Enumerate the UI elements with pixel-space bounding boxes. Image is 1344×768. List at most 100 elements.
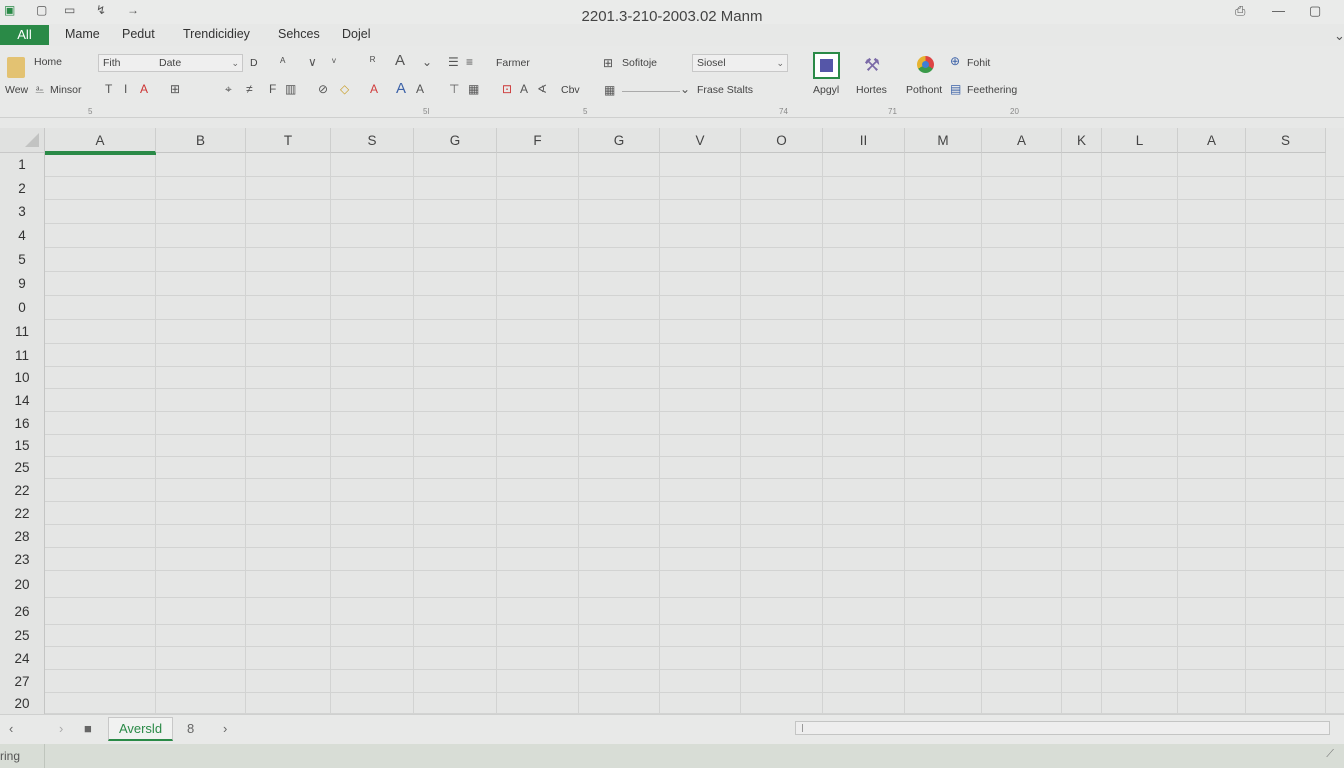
spreadsheet-grid[interactable]: A B T S G F G V O II M A K L A S 1 2 3 4 5 9 0 11 11 10 14 16 15 25 22… bbox=[0, 128, 1344, 714]
scroll-thumb[interactable] bbox=[802, 724, 803, 732]
text-a-icon[interactable]: A bbox=[520, 82, 528, 96]
column-header[interactable]: A bbox=[45, 128, 156, 153]
orientation-icon[interactable]: ∢ bbox=[537, 82, 547, 96]
row-header[interactable]: 5 bbox=[0, 248, 45, 272]
sheet-tab-other[interactable]: 8 bbox=[187, 721, 194, 736]
row-header[interactable]: 20 bbox=[0, 693, 45, 714]
frase-stalts-button[interactable]: Frase Stalts bbox=[697, 84, 753, 96]
row-header[interactable]: 4 bbox=[0, 224, 45, 248]
conditional-icon[interactable]: ⊡ bbox=[502, 82, 512, 96]
apgyl-button-icon[interactable] bbox=[813, 52, 840, 79]
column-header[interactable]: B bbox=[156, 128, 246, 153]
hammer-icon[interactable]: ⚒ bbox=[864, 55, 880, 76]
row-header[interactable]: 22 bbox=[0, 502, 45, 525]
format-f-icon[interactable]: F bbox=[269, 82, 276, 96]
align-center-icon[interactable]: ≡ bbox=[466, 55, 473, 69]
number-format-icon[interactable]: ⊞ bbox=[603, 56, 613, 70]
grid-icon[interactable]: ▥ bbox=[285, 82, 296, 96]
more-icon[interactable]: ⌄ bbox=[680, 82, 690, 96]
font-a-icon[interactable]: A bbox=[395, 52, 405, 69]
feethering-label[interactable]: Feethering bbox=[967, 84, 1017, 96]
row-header[interactable]: 20 bbox=[0, 571, 45, 598]
font-size-mark[interactable]: D bbox=[250, 57, 258, 69]
row-header[interactable]: 11 bbox=[0, 320, 45, 344]
row-header[interactable]: 2 bbox=[0, 177, 45, 200]
resize-grip-icon[interactable]: ⟋ bbox=[1326, 748, 1334, 761]
table-icon[interactable]: ▦ bbox=[604, 83, 615, 97]
globe-icon[interactable]: ⊕ bbox=[950, 54, 960, 68]
horizontal-scrollbar[interactable] bbox=[795, 721, 1330, 735]
column-header[interactable]: O bbox=[741, 128, 823, 153]
row-header[interactable]: 9 bbox=[0, 272, 45, 296]
row-header[interactable]: 25 bbox=[0, 625, 45, 647]
row-header[interactable]: 26 bbox=[0, 598, 45, 625]
font-name-select[interactable]: Fith Date ⌄ bbox=[98, 54, 243, 72]
column-header[interactable]: G bbox=[579, 128, 660, 153]
tab-pedut[interactable]: Pedut bbox=[122, 27, 155, 41]
column-header[interactable]: II bbox=[823, 128, 905, 153]
tab-mame[interactable]: Mame bbox=[65, 27, 100, 41]
fohit-label[interactable]: Fohit bbox=[967, 57, 990, 69]
strike-icon[interactable]: A bbox=[140, 82, 148, 96]
calendar-icon[interactable]: ▤ bbox=[950, 82, 961, 96]
column-header[interactable]: T bbox=[246, 128, 331, 153]
sheet-tab-active[interactable]: Aversld bbox=[108, 717, 173, 741]
sofitoje-button[interactable]: Sofitoje bbox=[622, 57, 657, 69]
select-all-corner[interactable] bbox=[0, 128, 45, 153]
tab-dojel[interactable]: Dojel bbox=[342, 27, 371, 41]
highlight-icon[interactable]: ◇ bbox=[340, 82, 349, 96]
row-header[interactable]: 28 bbox=[0, 525, 45, 548]
minsor-button[interactable]: Minsor bbox=[50, 84, 82, 96]
wrap-icon[interactable]: ≠ bbox=[246, 82, 253, 96]
tab-sehces[interactable]: Sehces bbox=[278, 27, 320, 41]
row-header[interactable]: 23 bbox=[0, 548, 45, 571]
row-header[interactable]: 1 bbox=[0, 153, 45, 177]
column-header[interactable]: S bbox=[331, 128, 414, 153]
border-icon[interactable]: ⊞ bbox=[170, 82, 180, 96]
number-format-select[interactable]: Siosel ⌄ bbox=[692, 54, 788, 72]
row-header[interactable]: 11 bbox=[0, 344, 45, 367]
ribbon-collapse-icon[interactable]: ⌄ bbox=[1334, 28, 1344, 44]
pothont-label[interactable]: Pothont bbox=[906, 84, 942, 96]
column-header[interactable]: M bbox=[905, 128, 982, 153]
align-top-icon[interactable]: ⊤ bbox=[449, 82, 459, 96]
tab-all[interactable]: All bbox=[0, 25, 49, 45]
hortes-label[interactable]: Hortes bbox=[856, 84, 887, 96]
row-header[interactable]: 24 bbox=[0, 647, 45, 670]
row-header[interactable]: 25 bbox=[0, 457, 45, 479]
restore-button[interactable]: ▢ bbox=[1309, 3, 1321, 19]
font-dropdown-icon[interactable]: ⌄ bbox=[422, 55, 432, 69]
clear-format-icon[interactable]: A bbox=[416, 82, 424, 96]
column-header[interactable]: A bbox=[1178, 128, 1246, 153]
merge-icon[interactable]: ▦ bbox=[468, 82, 479, 96]
tab-trendicidiey[interactable]: Trendicidiey bbox=[183, 27, 250, 41]
column-header[interactable]: G bbox=[414, 128, 497, 153]
paste-icon[interactable] bbox=[7, 57, 25, 78]
apgyl-label[interactable]: Apgyl bbox=[813, 84, 839, 96]
brush-icon[interactable]: ᴿ bbox=[370, 54, 375, 68]
cbv-button[interactable]: Cbv bbox=[561, 84, 580, 96]
row-header[interactable]: 10 bbox=[0, 367, 45, 389]
row-header[interactable]: 22 bbox=[0, 479, 45, 502]
column-header[interactable]: V bbox=[660, 128, 741, 153]
scroll-left-icon[interactable]: ‹ bbox=[9, 721, 13, 736]
column-header[interactable]: K bbox=[1062, 128, 1102, 153]
view-button[interactable]: Wew bbox=[5, 84, 28, 96]
row-header[interactable]: 16 bbox=[0, 412, 45, 435]
eraser-icon[interactable]: ⊘ bbox=[318, 82, 328, 96]
italic-icon[interactable]: T bbox=[105, 82, 112, 96]
column-header[interactable]: L bbox=[1102, 128, 1178, 153]
add-sheet-icon[interactable]: › bbox=[223, 721, 227, 736]
sheet-list-icon[interactable]: ■ bbox=[84, 721, 92, 736]
font-color-icon[interactable]: A bbox=[370, 82, 378, 96]
account-icon[interactable]: ⎙ bbox=[1235, 3, 1245, 19]
minimize-button[interactable]: — bbox=[1272, 3, 1285, 18]
bold-icon[interactable]: ∨ bbox=[308, 55, 317, 69]
active-cell[interactable] bbox=[45, 153, 156, 177]
chrome-icon[interactable] bbox=[917, 56, 934, 73]
format-painter-icon[interactable]: ⎁ bbox=[35, 82, 45, 97]
align-left-icon[interactable]: ☰ bbox=[448, 55, 459, 69]
format-button[interactable]: Farmer bbox=[496, 57, 530, 69]
underline-icon[interactable]: I bbox=[124, 82, 127, 96]
column-header[interactable]: F bbox=[497, 128, 579, 153]
